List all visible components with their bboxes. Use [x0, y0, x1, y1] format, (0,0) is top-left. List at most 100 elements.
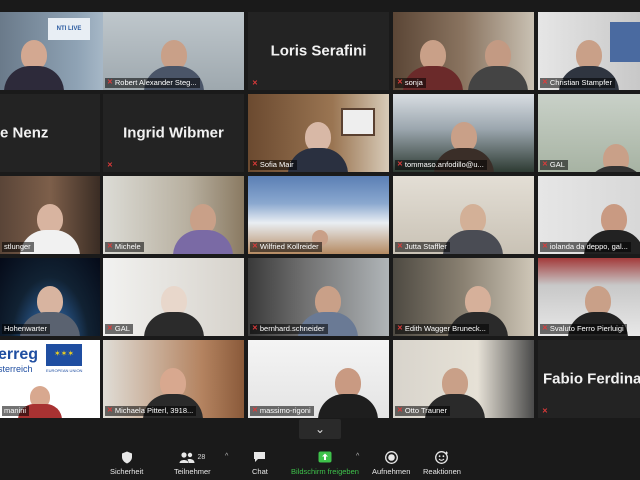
participant-tile-6[interactable]: chele Nenz [0, 94, 100, 172]
participant-tile-2[interactable]: ✕ Robert Alexander Steg... [103, 12, 244, 90]
participants-icon: 28 [179, 450, 205, 464]
participants-button[interactable]: 28 Teilnehmer [174, 450, 211, 476]
participant-name: GAL [114, 324, 130, 333]
muted-mic-icon: ✕ [542, 325, 548, 332]
participant-tile-25[interactable]: Fabio Ferdina ✕ [538, 340, 640, 418]
muted-mic-icon: ✕ [542, 161, 548, 168]
participant-display-name: chele Nenz [0, 124, 49, 142]
banner: NTI LIVE [48, 18, 90, 40]
collapse-gallery-button[interactable]: ⌄ [299, 419, 341, 439]
participant-label: ✕ GAL [540, 160, 568, 170]
participants-label: Teilnehmer [174, 467, 211, 476]
participant-label: ✕ Michaela Pitterl, 3918... [105, 406, 197, 416]
participant-name: Christian Stampfer [549, 78, 612, 87]
participant-tile-20[interactable]: ✕ Svaluto Ferro Pierluigi [538, 258, 640, 336]
participant-label: ✕ Sofia Mair [250, 160, 297, 170]
chevron-down-icon: ⌄ [314, 422, 326, 436]
participant-tile-12[interactable]: ✕ Michele [103, 176, 244, 254]
participant-video [173, 204, 233, 254]
shield-icon [121, 450, 133, 464]
participant-tile-10[interactable]: ✕ GAL [538, 94, 640, 172]
participant-name: Michaela Pitterl, 3918... [114, 406, 194, 415]
participant-name: iolanda da deppo, gal... [549, 242, 628, 251]
participant-label: ✕ Jutta Staffler [395, 242, 450, 252]
participant-tile-5[interactable]: ✕ Christian Stampfer [538, 12, 640, 90]
participant-tile-18[interactable]: ✕ bernhard.schneider [248, 258, 389, 336]
muted-mic-icon: ✕ [397, 325, 403, 332]
chat-label: Chat [252, 467, 268, 476]
participant-tile-17[interactable]: ✕ GAL [103, 258, 244, 336]
video-grid: NTI LIVE ✕ Robert Alexander Steg... Loris… [0, 12, 640, 418]
participant-label: ✕ bernhard.schneider [250, 324, 328, 334]
chat-icon [253, 450, 266, 464]
reactions-button[interactable]: Reaktionen [423, 450, 461, 476]
participant-name: Jutta Staffler [404, 242, 447, 251]
record-label: Aufnehmen [372, 467, 411, 476]
muted-mic-icon: ✕ [397, 79, 403, 86]
muted-mic-icon: ✕ [252, 243, 258, 250]
muted-mic-icon: ✕ [542, 79, 548, 86]
muted-mic-icon: ✕ [252, 325, 258, 332]
participant-tile-8[interactable]: ✕ Sofia Mair [248, 94, 389, 172]
record-button[interactable]: Aufnehmen [372, 450, 410, 476]
participant-name: Otto Trauner [404, 406, 447, 415]
muted-mic-icon: ✕ [397, 161, 403, 168]
participant-label: ✕ Edith Wagger Bruneck... [395, 324, 489, 334]
participant-name: sonja [404, 78, 423, 87]
participant-video [143, 286, 204, 336]
record-icon [384, 450, 398, 464]
participant-video [586, 122, 640, 172]
participant-video [468, 40, 528, 90]
participant-tile-3[interactable]: Loris Serafini ✕ [248, 12, 389, 90]
participant-tile-13[interactable]: ✕ Wilfried Kollreider [248, 176, 389, 254]
participant-tile-15[interactable]: ✕ iolanda da deppo, gal... [538, 176, 640, 254]
participant-label: ✕ tommaso.anfodillo@u... [395, 160, 487, 170]
security-button[interactable]: Sicherheit [110, 450, 143, 476]
participant-label: ✕ sonja [395, 78, 426, 88]
participant-tile-22[interactable]: ✕ Michaela Pitterl, 3918... [103, 340, 244, 418]
participant-label: ✕ Robert Alexander Steg... [105, 78, 200, 88]
muted-mic-icon: ✕ [107, 79, 113, 86]
participant-tile-9[interactable]: ✕ tommaso.anfodillo@u... [393, 94, 534, 172]
participant-display-name: Loris Serafini [270, 42, 367, 60]
interreg-logo: erreg [0, 346, 39, 363]
participants-count: 28 [197, 453, 206, 461]
participant-name: Sofia Mair [259, 160, 294, 169]
share-screen-icon [318, 450, 332, 464]
participant-tile-21[interactable]: erreg sterreich ✶✶✶ EUROPEAN UNION manin… [0, 340, 100, 418]
participant-tile-19[interactable]: ✕ Edith Wagger Bruneck... [393, 258, 534, 336]
participant-label: ✕ iolanda da deppo, gal... [540, 242, 631, 252]
participant-name: Wilfried Kollreider [259, 242, 319, 251]
participant-label: manini [2, 406, 30, 416]
muted-mic-icon: ✕ [107, 407, 113, 414]
participant-label: ✕ Christian Stampfer [540, 78, 615, 88]
muted-mic-icon: ✕ [397, 243, 403, 250]
participant-name: GAL [549, 160, 565, 169]
participant-name: Michele [114, 242, 141, 251]
participant-label: ✕ Svaluto Ferro Pierluigi [540, 324, 627, 334]
share-options-caret[interactable]: ^ [356, 453, 359, 460]
participant-label: ✕ Otto Trauner [395, 406, 450, 416]
security-label: Sicherheit [110, 467, 144, 476]
muted-mic-icon: ✕ [542, 408, 548, 415]
participant-tile-14[interactable]: ✕ Jutta Staffler [393, 176, 534, 254]
participant-video [443, 204, 503, 254]
chat-button[interactable]: Chat [252, 450, 268, 476]
smiley-icon [435, 450, 449, 464]
participant-tile-4[interactable]: ✕ sonja [393, 12, 534, 90]
participant-tile-16[interactable]: Hohenwarter [0, 258, 100, 336]
participant-tile-7[interactable]: Ingrid Wibmer ✕ [103, 94, 244, 172]
muted-mic-icon: ✕ [252, 80, 258, 87]
eu-label: EUROPEAN UNION [46, 368, 83, 373]
participant-display-name: Fabio Ferdina [543, 370, 640, 388]
participant-tile-11[interactable]: stlunger [0, 176, 100, 254]
participant-tile-23[interactable]: ✕ massimo-rigoni [248, 340, 389, 418]
muted-mic-icon: ✕ [107, 243, 113, 250]
participants-options-caret[interactable]: ^ [225, 453, 228, 460]
participant-name: Robert Alexander Steg... [114, 78, 197, 87]
share-screen-button[interactable]: Bildschirm freigeben [291, 450, 359, 476]
participant-tile-24[interactable]: ✕ Otto Trauner [393, 340, 534, 418]
participant-label: ✕ massimo-rigoni [250, 406, 314, 416]
participant-video [288, 122, 348, 172]
participant-video [4, 40, 64, 90]
